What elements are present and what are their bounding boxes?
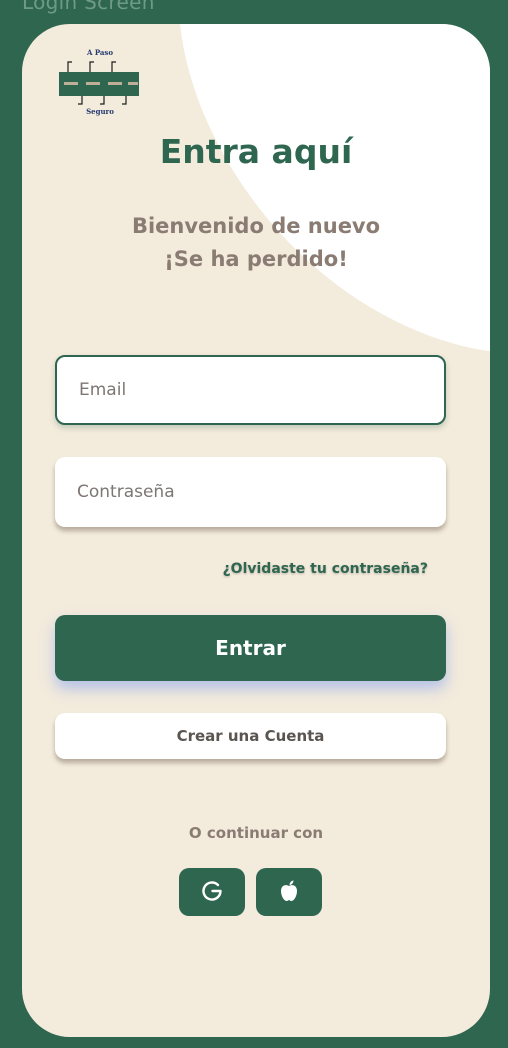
logo-bottom-text: Seguro (86, 107, 114, 116)
continue-with-label: O continuar con (188, 824, 324, 842)
welcome-subtitle: Bienvenido de nuevo ¡Se ha perdido! (22, 210, 490, 276)
google-icon (200, 879, 224, 906)
create-account-button[interactable]: Crear una Cuenta (55, 713, 446, 759)
forgot-password-link[interactable]: ¿Olvidaste tu contraseña? (223, 561, 428, 577)
password-field[interactable] (55, 457, 446, 527)
apple-icon (278, 879, 300, 906)
login-button[interactable]: Entrar (55, 615, 446, 681)
subtitle-line-2: ¡Se ha perdido! (164, 247, 348, 271)
email-field[interactable] (55, 355, 446, 425)
google-login-button[interactable] (179, 868, 245, 916)
subtitle-line-1: Bienvenido de nuevo (131, 214, 381, 238)
apple-login-button[interactable] (256, 868, 322, 916)
logo-top-text: A Paso (86, 48, 113, 57)
page-title: Entra aquí (159, 132, 353, 171)
login-card: A Paso Seguro Entra aquí Bienvenido de n… (22, 24, 490, 1037)
logo: A Paso Seguro (58, 46, 142, 118)
frame-label: Login Screen (22, 0, 155, 14)
